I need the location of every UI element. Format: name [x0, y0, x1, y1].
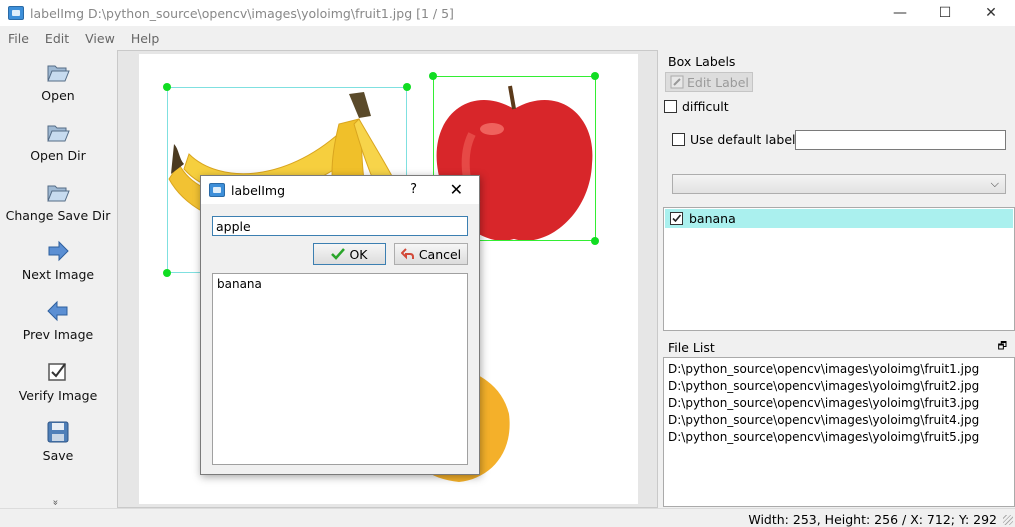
difficult-checkbox[interactable]: difficult [664, 99, 729, 114]
file-list-item[interactable]: D:\python_source\opencv\images\yoloimg\f… [668, 412, 1010, 429]
checkbox-icon [48, 363, 66, 381]
arrow-left-icon [47, 300, 68, 322]
window-title: labelImg D:\python_source\opencv\images\… [30, 5, 454, 21]
next-image-label: Next Image [21, 267, 95, 282]
label-history-list[interactable]: banana [212, 273, 468, 465]
toolbar: Open Open Dir Change Save Dir Next Image… [0, 50, 116, 508]
open-label: Open [41, 88, 75, 103]
floppy-disk-icon [47, 421, 69, 443]
folder-open-icon [47, 185, 70, 202]
prev-image-button[interactable]: Prev Image [0, 299, 116, 342]
menu-view[interactable]: View [77, 31, 123, 46]
dialog-title: labelImg [231, 182, 286, 198]
change-save-dir-button[interactable]: Change Save Dir [0, 180, 116, 223]
folder-open-icon [47, 65, 70, 82]
prev-image-label: Prev Image [22, 327, 94, 342]
ok-label: OK [349, 246, 368, 262]
use-default-label-text: Use default label [690, 132, 796, 147]
save-label: Save [42, 448, 74, 463]
float-dock-icon[interactable]: 🗗 [998, 339, 1007, 356]
file-list-item[interactable]: D:\python_source\opencv\images\yoloimg\f… [668, 361, 1010, 378]
app-icon [209, 183, 225, 197]
bbox-vertex[interactable] [591, 237, 599, 245]
use-default-checkbox-box[interactable] [672, 133, 685, 146]
edit-icon [670, 75, 684, 89]
status-bar: Width: 253, Height: 256 / X: 712; Y: 292 [0, 508, 1015, 527]
open-dir-label: Open Dir [30, 148, 86, 163]
dialog-title-bar: labelImg ? ✕ [201, 176, 479, 204]
box-labels-title: Box Labels [668, 53, 736, 69]
bbox-vertex[interactable] [163, 83, 171, 91]
list-item[interactable]: banana [217, 277, 463, 291]
label-checkbox[interactable] [670, 212, 683, 225]
label-list[interactable]: banana [663, 207, 1015, 331]
next-image-button[interactable]: Next Image [0, 239, 116, 282]
label-list-item[interactable]: banana [665, 209, 1013, 228]
menu-bar: File Edit View Help [0, 27, 1015, 49]
file-list-item[interactable]: D:\python_source\opencv\images\yoloimg\f… [668, 429, 1010, 446]
cancel-label: Cancel [418, 246, 462, 262]
help-button[interactable]: ? [410, 182, 417, 197]
menu-edit[interactable]: Edit [37, 31, 77, 46]
file-list-title: File List 🗗 [663, 337, 1015, 357]
verify-image-label: Verify Image [18, 388, 98, 403]
open-button[interactable]: Open [0, 60, 116, 103]
folder-open-icon [47, 125, 70, 142]
undo-icon [400, 248, 414, 260]
edit-label-button[interactable]: Edit Label [665, 72, 753, 92]
change-save-dir-label: Change Save Dir [5, 208, 111, 223]
bbox-vertex[interactable] [429, 72, 437, 80]
ok-button[interactable]: OK [313, 243, 386, 265]
title-bar: labelImg D:\python_source\opencv\images\… [0, 0, 1015, 26]
minimize-button[interactable]: — [877, 0, 923, 26]
verify-image-button[interactable]: Verify Image [0, 360, 116, 403]
label-name: banana [689, 211, 736, 226]
file-list-item[interactable]: D:\python_source\opencv\images\yoloimg\f… [668, 378, 1010, 395]
checkmark-icon [672, 214, 682, 223]
difficult-label: difficult [682, 99, 729, 114]
cancel-button[interactable]: Cancel [394, 243, 468, 265]
label-input[interactable] [212, 216, 468, 236]
edit-label-text: Edit Label [687, 74, 749, 90]
bbox-vertex[interactable] [163, 269, 171, 277]
label-dialog: labelImg ? ✕ OK Cancel banana [200, 175, 480, 475]
bbox-vertex[interactable] [591, 72, 599, 80]
open-dir-button[interactable]: Open Dir [0, 120, 116, 163]
bbox-vertex[interactable] [403, 83, 411, 91]
file-list[interactable]: D:\python_source\opencv\images\yoloimg\f… [663, 357, 1015, 507]
save-button[interactable]: Save [0, 420, 116, 463]
maximize-button[interactable]: ☐ [922, 0, 968, 26]
difficult-checkbox-box[interactable] [664, 100, 677, 113]
file-list-item[interactable]: D:\python_source\opencv\images\yoloimg\f… [668, 395, 1010, 412]
resize-grip-icon[interactable] [1003, 515, 1013, 525]
status-text: Width: 253, Height: 256 / X: 712; Y: 292 [748, 512, 997, 527]
menu-help[interactable]: Help [123, 31, 168, 46]
app-icon [8, 6, 24, 20]
menu-file[interactable]: File [0, 31, 37, 46]
file-list-title-text: File List [668, 339, 715, 355]
use-default-label-checkbox[interactable]: Use default label [672, 132, 796, 147]
check-icon [331, 248, 346, 260]
toolbar-more-icon[interactable]: » [50, 499, 61, 505]
default-label-input[interactable] [795, 130, 1006, 150]
chevron-down-icon: ⌵ [990, 177, 999, 190]
label-combo-box[interactable]: ⌵ [672, 174, 1006, 194]
close-button[interactable]: ✕ [968, 0, 1014, 26]
arrow-right-icon [48, 240, 69, 262]
dialog-close-button[interactable]: ✕ [450, 180, 463, 199]
